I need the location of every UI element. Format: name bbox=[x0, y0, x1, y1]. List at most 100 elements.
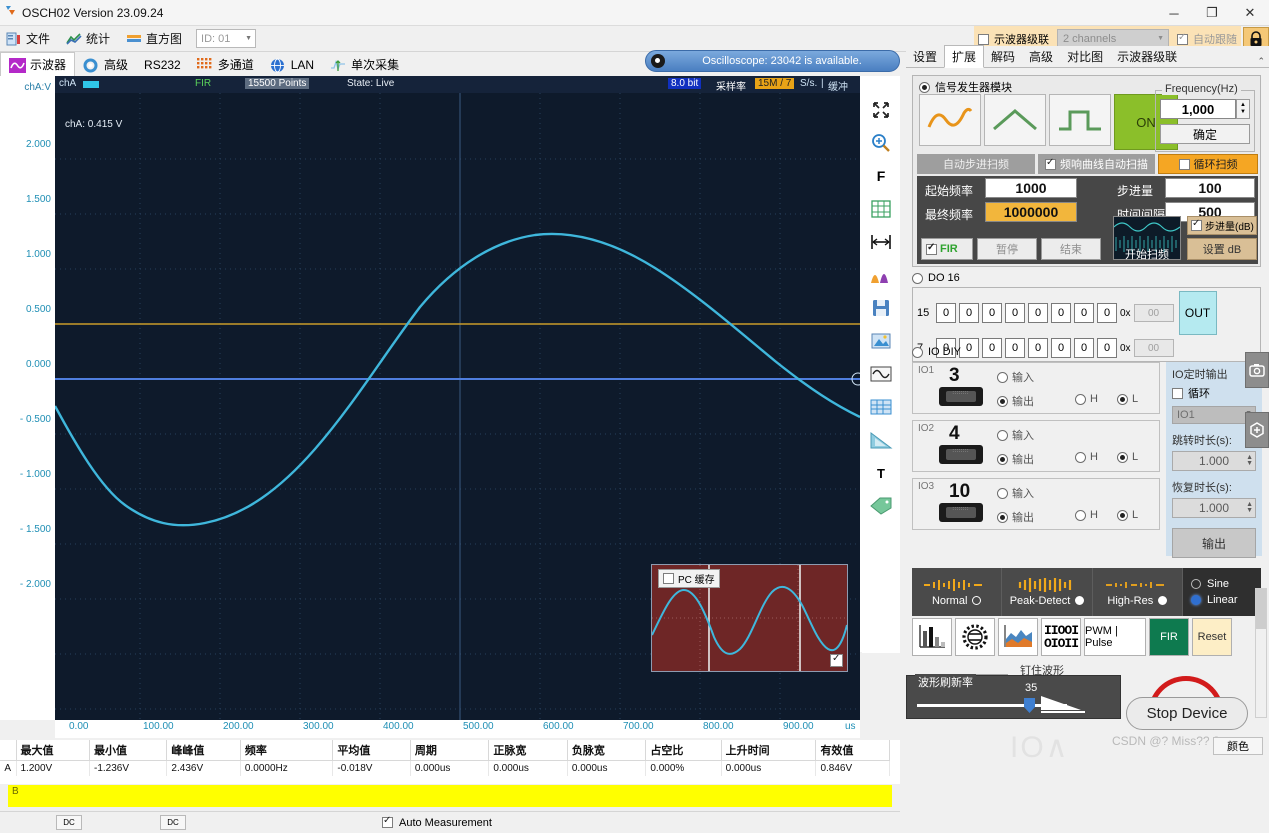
pc-buffer-checkbox-group[interactable]: PC 缓存 bbox=[658, 569, 720, 588]
io-timer-output-button[interactable]: 输出 bbox=[1172, 528, 1256, 558]
io2-h-radio[interactable] bbox=[1075, 451, 1086, 463]
tool-tab-advanced[interactable]: 高级 bbox=[75, 52, 136, 77]
add-module-side-button[interactable] bbox=[1245, 412, 1269, 448]
set-db-button[interactable]: 设置 dB bbox=[1187, 238, 1257, 260]
bar-chart-icon[interactable] bbox=[912, 618, 952, 656]
iodiy-header[interactable]: IO DIY bbox=[912, 346, 1261, 358]
square-wave-button[interactable] bbox=[1049, 94, 1111, 146]
tool-tab-rs232[interactable]: RS232 bbox=[136, 52, 189, 77]
tool-tab-lan[interactable]: LAN bbox=[262, 52, 322, 77]
mode-normal-radio[interactable] bbox=[972, 596, 982, 605]
do16-bit[interactable]: 0 bbox=[1051, 303, 1071, 323]
sine-wave-button[interactable] bbox=[919, 94, 981, 146]
mode-normal[interactable]: Normal bbox=[912, 568, 1003, 616]
io1-input-radio[interactable] bbox=[997, 371, 1008, 383]
freq-curve-auto-sweep-checkbox[interactable] bbox=[1045, 157, 1056, 170]
step-db-checkbox[interactable] bbox=[1191, 218, 1202, 231]
io1-l-radio[interactable] bbox=[1117, 393, 1128, 405]
io-timer-loop-checkbox[interactable] bbox=[1172, 387, 1183, 399]
histogram-bars-icon[interactable] bbox=[867, 262, 895, 288]
do16-bit[interactable]: 0 bbox=[982, 303, 1002, 323]
menu-item-histogram[interactable]: 直方图 bbox=[120, 27, 192, 51]
close-button[interactable]: ✕ bbox=[1231, 0, 1269, 26]
menu-item-statistics[interactable]: 统计 bbox=[60, 27, 120, 51]
binary-icon[interactable]: IIOOI OIOII bbox=[1041, 618, 1081, 656]
fir-toggle[interactable]: FIR bbox=[921, 238, 973, 260]
linear-radio[interactable] bbox=[1190, 595, 1201, 605]
spectrum-icon[interactable] bbox=[998, 618, 1038, 656]
collapse-caret-icon[interactable]: ⌃ bbox=[1257, 56, 1269, 67]
do16-bit[interactable]: 0 bbox=[1028, 303, 1048, 323]
tab-compare[interactable]: 对比图 bbox=[1060, 46, 1110, 67]
auto-step-sweep-button[interactable]: 自动步进扫频 bbox=[917, 154, 1035, 174]
text-t-icon[interactable]: T bbox=[867, 460, 895, 486]
io2-output-radio[interactable] bbox=[997, 453, 1008, 465]
minimize-button[interactable]: ─ bbox=[1155, 0, 1193, 26]
io-timer-select[interactable]: IO1 ▼ bbox=[1172, 406, 1256, 424]
scale-linear-option[interactable]: Linear bbox=[1190, 594, 1261, 606]
io1-output-radio[interactable] bbox=[997, 395, 1008, 407]
mode-high-res[interactable]: High-Res bbox=[1093, 568, 1183, 616]
grid-icon[interactable] bbox=[867, 196, 895, 222]
io2-input-radio[interactable] bbox=[997, 429, 1008, 441]
end-freq-input[interactable]: 1000000 bbox=[985, 202, 1077, 222]
tool-tab-oscilloscope[interactable]: 示波器 bbox=[0, 52, 76, 77]
do16-out-button[interactable]: OUT bbox=[1178, 291, 1217, 335]
maximize-button[interactable]: ❐ bbox=[1193, 0, 1231, 26]
tab-advanced[interactable]: 高级 bbox=[1022, 46, 1060, 67]
tab-extend[interactable]: 扩展 bbox=[944, 45, 985, 68]
fullscreen-icon[interactable] bbox=[867, 97, 895, 123]
stop-device-button[interactable]: Stop Device bbox=[1126, 697, 1248, 730]
right-panel-scrollbar[interactable] bbox=[1255, 588, 1267, 718]
do16-bit[interactable]: 0 bbox=[1074, 303, 1094, 323]
ruler-icon[interactable] bbox=[867, 427, 895, 453]
tool-tab-multichannel[interactable]: 多通道 bbox=[189, 52, 262, 77]
triangle-wave-button[interactable] bbox=[984, 94, 1046, 146]
step-db-toggle[interactable]: 步进量(dB) bbox=[1187, 216, 1257, 235]
screenshot-icon[interactable] bbox=[867, 328, 895, 354]
loop-sweep-toggle[interactable]: 循环扫频 bbox=[1158, 154, 1258, 174]
mode-high-res-radio[interactable] bbox=[1158, 596, 1168, 605]
do16-hex-row1[interactable]: 00 bbox=[1133, 304, 1174, 322]
step-input[interactable]: 100 bbox=[1165, 178, 1255, 198]
do16-bit[interactable]: 0 bbox=[1005, 303, 1025, 323]
waveform-window-icon[interactable] bbox=[867, 361, 895, 387]
do16-bit[interactable]: 0 bbox=[959, 303, 979, 323]
table-icon[interactable] bbox=[867, 394, 895, 420]
settings-sliders-icon[interactable] bbox=[955, 618, 995, 656]
io1-h-radio[interactable] bbox=[1075, 393, 1086, 405]
signal-generator-radio[interactable] bbox=[919, 81, 930, 93]
tool-tab-single-capture[interactable]: 单次采集 bbox=[322, 52, 407, 77]
start-sweep-button[interactable]: 开始扫频 bbox=[1113, 246, 1181, 262]
frequency-confirm-button[interactable]: 确定 bbox=[1160, 124, 1250, 144]
id-combobox[interactable]: ID: 01 ▼ bbox=[196, 29, 257, 48]
tab-cascade[interactable]: 示波器级联 bbox=[1110, 46, 1184, 67]
io2-l-radio[interactable] bbox=[1117, 451, 1128, 463]
mini-confirm-checkbox[interactable] bbox=[830, 653, 843, 667]
do16-bit[interactable]: 0 bbox=[1097, 303, 1117, 323]
refresh-slider-thumb[interactable] bbox=[1024, 698, 1035, 713]
sine-radio[interactable] bbox=[1190, 579, 1201, 589]
auto-measurement-checkbox[interactable] bbox=[382, 815, 393, 828]
save-icon[interactable] bbox=[867, 295, 895, 321]
mode-peak-detect[interactable]: Peak-Detect bbox=[1002, 568, 1093, 616]
io3-input-radio[interactable] bbox=[997, 487, 1008, 499]
do16-radio[interactable] bbox=[912, 272, 923, 284]
tag-icon[interactable] bbox=[867, 493, 895, 519]
start-freq-input[interactable]: 1000 bbox=[985, 178, 1077, 198]
io-restore-spinner[interactable]: ▲ ▼ bbox=[1246, 501, 1253, 514]
fir-checkbox[interactable] bbox=[926, 242, 937, 255]
do16-header[interactable]: DO 16 bbox=[912, 272, 1261, 284]
io-jump-input[interactable]: 1.000 ▲ ▼ bbox=[1172, 451, 1256, 471]
pc-buffer-preview[interactable]: PC 缓存 bbox=[651, 564, 848, 672]
io3-output-radio[interactable] bbox=[997, 511, 1008, 523]
mode-peak-detect-radio[interactable] bbox=[1075, 596, 1085, 605]
loop-sweep-checkbox[interactable] bbox=[1178, 158, 1190, 170]
io-restore-input[interactable]: 1.000 ▲ ▼ bbox=[1172, 498, 1256, 518]
pwm-pulse-button[interactable]: PWM | Pulse bbox=[1084, 618, 1146, 656]
freq-curve-auto-sweep-toggle[interactable]: 频响曲线自动扫描 bbox=[1038, 154, 1155, 174]
stop-sweep-button[interactable]: 结束 bbox=[1041, 238, 1101, 260]
io3-h-radio[interactable] bbox=[1075, 509, 1086, 521]
coupling-dc-right[interactable]: DC bbox=[160, 815, 186, 830]
io-timer-loop-toggle[interactable]: 循环 bbox=[1172, 385, 1256, 401]
